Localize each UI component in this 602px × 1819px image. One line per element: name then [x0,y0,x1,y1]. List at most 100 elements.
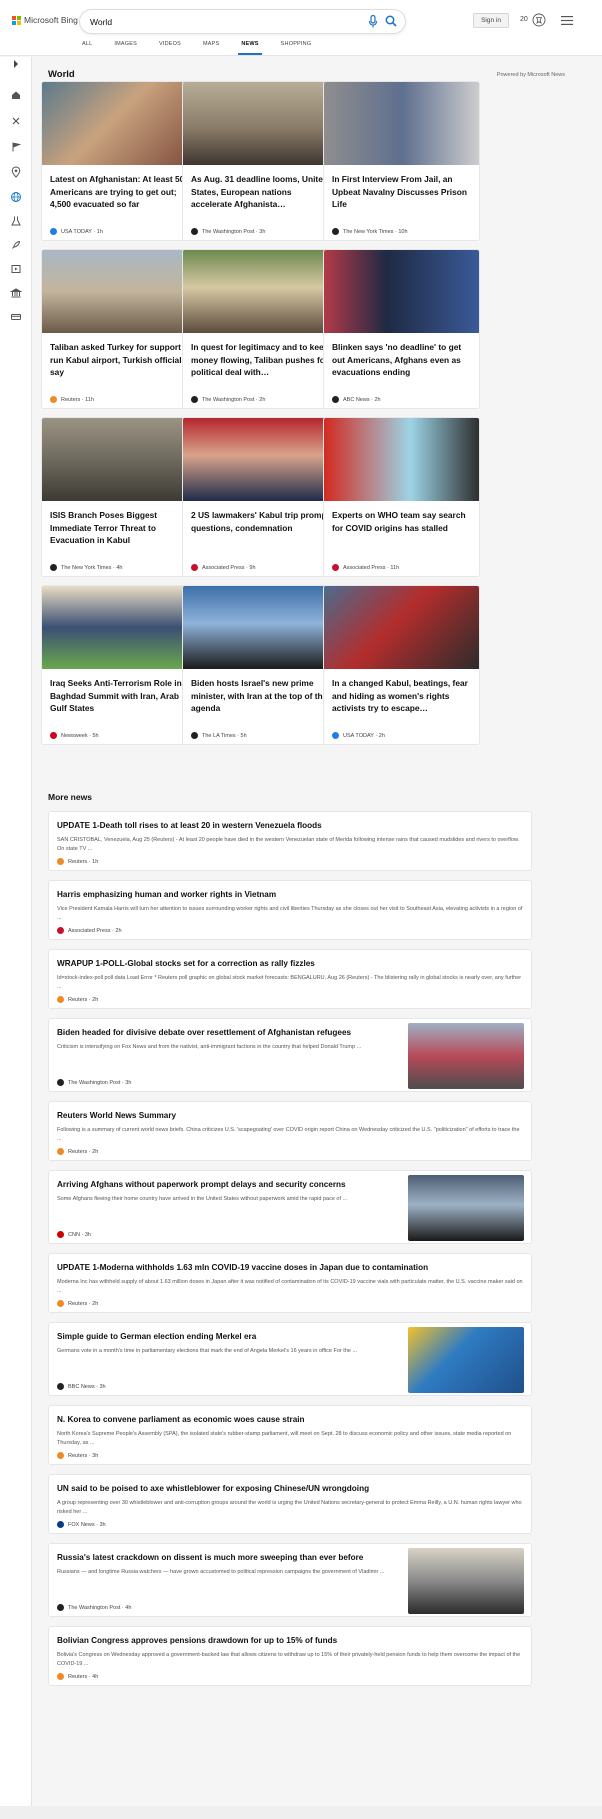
bing-logo[interactable]: Microsoft Bing [12,15,78,25]
science-icon[interactable] [10,215,22,227]
news-card-title[interactable]: 2 US lawmakers' Kabul trip prompts quest… [191,509,334,534]
sign-in-button[interactable]: Sign in [473,13,509,28]
search-input[interactable] [90,14,330,29]
scope-tab-videos[interactable]: VIDEOS [159,41,181,56]
scope-tab-images[interactable]: IMAGES [114,41,137,56]
source-name: Associated Press [202,564,245,571]
news-card-image[interactable] [42,418,197,501]
news-list-item[interactable]: Simple guide to German election ending M… [48,1322,532,1396]
news-card[interactable]: In quest for legitimacy and to keep mone… [182,249,339,409]
news-card-image[interactable] [324,250,479,333]
news-card[interactable]: Experts on WHO team say search for COVID… [323,417,480,577]
news-card[interactable]: 2 US lawmakers' Kabul trip prompts quest… [182,417,339,577]
news-item-source: Reuters · 1h [57,858,98,865]
news-card-title[interactable]: ISIS Branch Poses Biggest Immediate Terr… [50,509,193,547]
news-card-image[interactable] [42,250,197,333]
news-list-item[interactable]: Russia's latest crackdown on dissent is … [48,1543,532,1617]
published-time: 4h [92,1673,99,1680]
search-icon[interactable] [385,15,397,27]
news-item-title[interactable]: Biden headed for divisive debate over re… [57,1028,351,1037]
news-card-image[interactable] [183,418,338,501]
news-card-title[interactable]: In a changed Kabul, beatings, fear and h… [332,677,475,715]
source-logo-icon [57,1521,64,1528]
news-card-image[interactable] [42,586,197,669]
news-list-item[interactable]: Bolivian Congress approves pensions draw… [48,1626,532,1686]
news-item-title[interactable]: Arriving Afghans without paperwork promp… [57,1180,346,1189]
news-item-image[interactable] [408,1548,524,1614]
news-list-item[interactable]: Arriving Afghans without paperwork promp… [48,1170,532,1244]
news-list-item[interactable]: Biden headed for divisive debate over re… [48,1018,532,1092]
news-list-item[interactable]: WRAPUP 1-POLL-Global stocks set for a co… [48,949,532,1009]
news-item-title[interactable]: Reuters World News Summary [57,1111,176,1120]
scope-tab-maps[interactable]: MAPS [203,41,219,56]
news-item-title[interactable]: Harris emphasizing human and worker righ… [57,890,276,899]
source-name: USA TODAY [61,228,92,235]
news-card[interactable]: Iraq Seeks Anti-Terrorism Role in Baghda… [41,585,198,745]
expand-icon[interactable] [10,58,22,70]
news-card-image[interactable] [324,82,479,165]
news-list-item[interactable]: Harris emphasizing human and worker righ… [48,880,532,940]
news-card-image[interactable] [324,586,479,669]
news-card-title[interactable]: Latest on Afghanistan: At least 500 Amer… [50,173,193,211]
money-icon[interactable] [10,311,22,323]
entertainment-icon[interactable] [10,263,22,275]
location-icon[interactable] [10,166,22,178]
news-card-image[interactable] [183,82,338,165]
scope-tab-shopping[interactable]: SHOPPING [281,41,312,56]
news-item-title[interactable]: UPDATE 1-Moderna withholds 1.63 mln COVI… [57,1263,428,1272]
news-card[interactable]: Biden hosts Israel's new prime minister,… [182,585,339,745]
news-card-title[interactable]: Blinken says 'no deadline' to get out Am… [332,341,475,379]
rewards-count[interactable]: 20 [520,16,528,23]
news-list-item[interactable]: Reuters World News Summary Following is a… [48,1101,532,1161]
news-card[interactable]: Latest on Afghanistan: At least 500 Amer… [41,81,198,241]
menu-icon[interactable] [561,16,573,25]
news-list-item[interactable]: N. Korea to convene parliament as econom… [48,1405,532,1465]
home-icon[interactable] [10,89,22,101]
news-item-image[interactable] [408,1175,524,1241]
news-card[interactable]: Blinken says 'no deadline' to get out Am… [323,249,480,409]
news-card-title[interactable]: In quest for legitimacy and to keep mone… [191,341,334,379]
news-list-item[interactable]: UPDATE 1-Moderna withholds 1.63 mln COVI… [48,1253,532,1313]
news-card-title[interactable]: Biden hosts Israel's new prime minister,… [191,677,334,715]
mic-icon[interactable] [368,15,378,28]
news-card-title[interactable]: Taliban asked Turkey for support to run … [50,341,193,379]
news-card-source: USA TODAY · 2h [332,732,385,739]
news-card-title[interactable]: In First Interview From Jail, an Upbeat … [332,173,475,211]
news-card-title[interactable]: As Aug. 31 deadline looms, United States… [191,173,334,211]
news-card[interactable]: ISIS Branch Poses Biggest Immediate Terr… [41,417,198,577]
news-card[interactable]: Taliban asked Turkey for support to run … [41,249,198,409]
source-name: Reuters [68,1148,88,1155]
news-card-title[interactable]: Experts on WHO team say search for COVID… [332,509,475,534]
news-card[interactable]: In First Interview From Jail, an Upbeat … [323,81,480,241]
news-card-image[interactable] [324,418,479,501]
news-card[interactable]: As Aug. 31 deadline looms, United States… [182,81,339,241]
news-list-item[interactable]: UPDATE 1-Death toll rises to at least 20… [48,811,532,871]
scope-tab-news[interactable]: NEWS [238,41,263,56]
news-card-image[interactable] [183,586,338,669]
news-item-title[interactable]: N. Korea to convene parliament as econom… [57,1415,305,1424]
rewards-icon[interactable] [532,13,546,27]
flag-icon[interactable] [10,141,22,153]
news-item-title[interactable]: Simple guide to German election ending M… [57,1332,256,1341]
news-item-title[interactable]: UN said to be poised to axe whistleblowe… [57,1484,369,1493]
scope-tab-all[interactable]: ALL [82,41,92,56]
news-card-title[interactable]: Iraq Seeks Anti-Terrorism Role in Baghda… [50,677,193,715]
globe-icon[interactable] [10,191,22,203]
news-item-title[interactable]: Russia's latest crackdown on dissent is … [57,1553,363,1562]
bank-icon[interactable] [10,287,22,299]
news-card-source: The Washington Post · 3h [191,228,265,235]
news-item-snippet: Vice President Kamala Harris will turn h… [57,906,523,921]
news-item-image[interactable] [408,1023,524,1089]
news-item-title[interactable]: WRAPUP 1-POLL-Global stocks set for a co… [57,959,315,968]
source-name: Associated Press [68,927,111,934]
rocket-icon[interactable] [10,239,22,251]
news-item-title[interactable]: Bolivian Congress approves pensions draw… [57,1636,337,1645]
search-box[interactable] [80,10,405,33]
news-item-title[interactable]: UPDATE 1-Death toll rises to at least 20… [57,821,322,830]
sports-icon[interactable] [10,115,22,127]
news-card-image[interactable] [42,82,197,165]
news-card-image[interactable] [183,250,338,333]
news-item-image[interactable] [408,1327,524,1393]
news-list-item[interactable]: UN said to be poised to axe whistleblowe… [48,1474,532,1534]
news-card[interactable]: In a changed Kabul, beatings, fear and h… [323,585,480,745]
